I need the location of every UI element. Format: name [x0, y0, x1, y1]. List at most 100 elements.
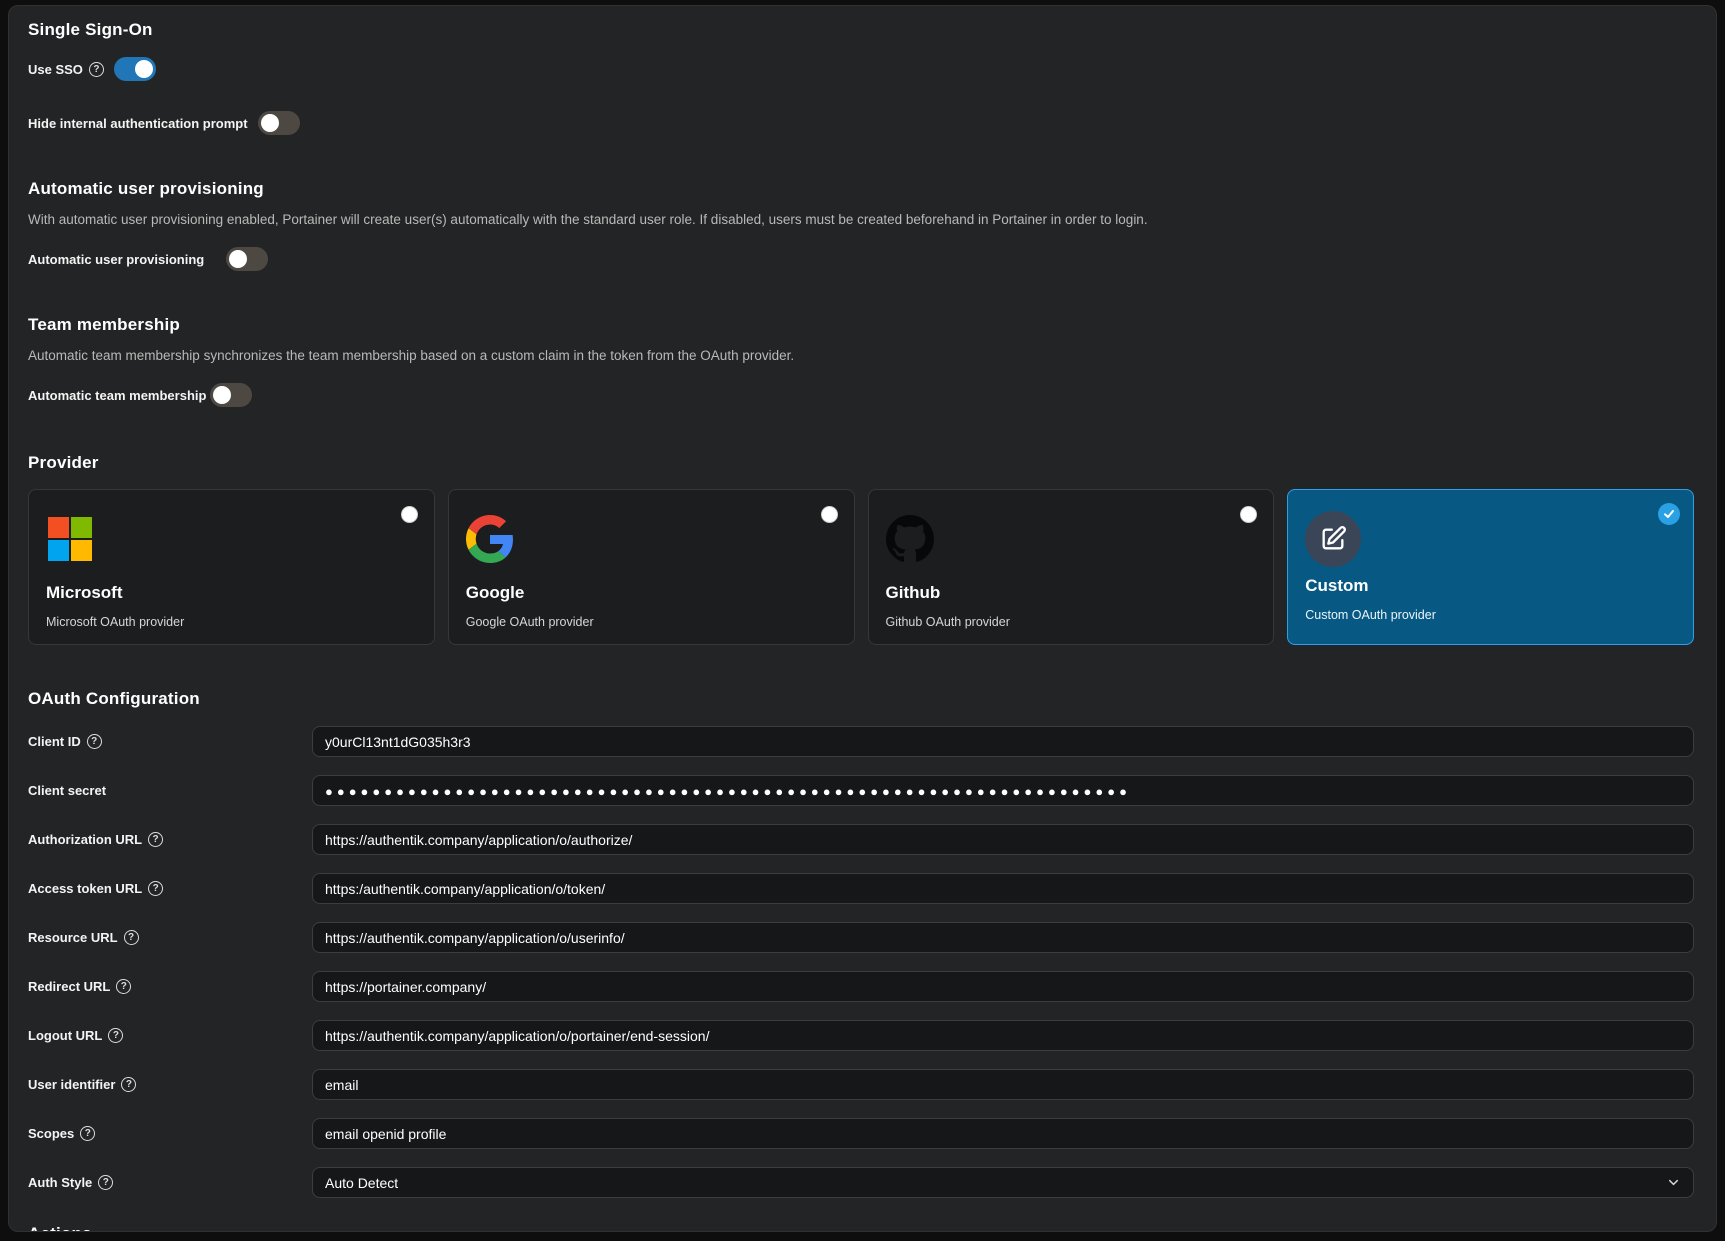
auto-provisioning-description: With automatic user provisioning enabled… [28, 212, 1694, 227]
help-icon[interactable] [87, 734, 102, 749]
provider-cards: Microsoft Microsoft OAuth provider Googl… [28, 489, 1694, 645]
client-id-label-text: Client ID [28, 734, 81, 749]
use-sso-label: Use SSO [28, 62, 104, 77]
field-row-logout-url: Logout URL [28, 1020, 1694, 1051]
provider-card-google[interactable]: Google Google OAuth provider [448, 489, 855, 645]
auth-style-select[interactable]: Auto Detect [312, 1167, 1694, 1198]
radio-unselected-icon[interactable] [1240, 506, 1257, 523]
check-circle-icon [1658, 503, 1680, 525]
help-icon[interactable] [124, 930, 139, 945]
field-row-redirect-url: Redirect URL [28, 971, 1694, 1002]
provider-card-microsoft[interactable]: Microsoft Microsoft OAuth provider [28, 489, 435, 645]
provider-heading: Provider [28, 453, 1694, 473]
logout-url-input[interactable] [312, 1020, 1694, 1051]
field-row-scopes: Scopes [28, 1118, 1694, 1149]
access-token-url-input[interactable] [312, 873, 1694, 904]
client-secret-input[interactable] [312, 775, 1694, 806]
help-icon[interactable] [148, 881, 163, 896]
toggle-knob [213, 386, 231, 404]
toggle-knob [261, 114, 279, 132]
user-identifier-label-text: User identifier [28, 1077, 115, 1092]
auth-style-label-text: Auth Style [28, 1175, 92, 1190]
resource-url-input[interactable] [312, 922, 1694, 953]
resource-url-label: Resource URL [28, 930, 312, 945]
toggle-knob [229, 250, 247, 268]
provider-card-title: Github [886, 583, 1258, 603]
auto-provisioning-heading: Automatic user provisioning [28, 179, 1694, 199]
oauth-fields: Client ID Client secret Authorization UR… [28, 726, 1694, 1198]
hide-prompt-row: Hide internal authentication prompt [28, 111, 1694, 135]
help-icon[interactable] [108, 1028, 123, 1043]
field-row-auth-style: Auth Style Auto Detect [28, 1167, 1694, 1198]
scopes-label: Scopes [28, 1126, 312, 1141]
provider-card-title: Custom [1305, 576, 1677, 596]
help-icon[interactable] [121, 1077, 136, 1092]
hide-prompt-label: Hide internal authentication prompt [28, 116, 248, 131]
radio-unselected-icon[interactable] [401, 506, 418, 523]
field-row-client-secret: Client secret [28, 775, 1694, 806]
help-icon[interactable] [148, 832, 163, 847]
provider-card-subtitle: Google OAuth provider [466, 615, 838, 629]
github-logo-icon [886, 515, 934, 563]
help-icon[interactable] [89, 62, 104, 77]
provider-card-subtitle: Custom OAuth provider [1305, 608, 1677, 622]
use-sso-toggle[interactable] [114, 57, 156, 81]
user-identifier-label: User identifier [28, 1077, 312, 1092]
help-icon[interactable] [98, 1175, 113, 1190]
team-membership-row: Automatic team membership [28, 383, 1694, 407]
google-logo-icon [466, 515, 514, 563]
edit-icon [1319, 525, 1347, 553]
oauth-settings-panel: Single Sign-On Use SSO Hide internal aut… [8, 5, 1717, 1232]
toggle-knob [135, 60, 153, 78]
resource-url-label-text: Resource URL [28, 930, 118, 945]
authorization-url-input[interactable] [312, 824, 1694, 855]
auto-provisioning-toggle[interactable] [226, 247, 268, 271]
team-membership-toggle[interactable] [210, 383, 252, 407]
hide-prompt-toggle[interactable] [258, 111, 300, 135]
field-row-resource-url: Resource URL [28, 922, 1694, 953]
client-id-input[interactable] [312, 726, 1694, 757]
custom-logo-badge [1305, 511, 1361, 567]
provider-card-title: Microsoft [46, 583, 418, 603]
redirect-url-label-text: Redirect URL [28, 979, 110, 994]
actions-heading: Actions [28, 1224, 1694, 1232]
provider-card-github[interactable]: Github Github OAuth provider [868, 489, 1275, 645]
authorization-url-label: Authorization URL [28, 832, 312, 847]
user-identifier-input[interactable] [312, 1069, 1694, 1100]
help-icon[interactable] [80, 1126, 95, 1141]
redirect-url-input[interactable] [312, 971, 1694, 1002]
field-row-client-id: Client ID [28, 726, 1694, 757]
authorization-url-label-text: Authorization URL [28, 832, 142, 847]
team-membership-description: Automatic team membership synchronizes t… [28, 348, 1694, 363]
auth-style-selected-value: Auto Detect [325, 1175, 398, 1191]
field-row-access-token-url: Access token URL [28, 873, 1694, 904]
field-row-user-identifier: User identifier [28, 1069, 1694, 1100]
provider-card-custom[interactable]: Custom Custom OAuth provider [1287, 489, 1694, 645]
client-secret-label: Client secret [28, 783, 312, 798]
logout-url-label: Logout URL [28, 1028, 312, 1043]
scopes-input[interactable] [312, 1118, 1694, 1149]
use-sso-label-text: Use SSO [28, 62, 83, 77]
auto-provisioning-row: Automatic user provisioning [28, 247, 1694, 271]
radio-unselected-icon[interactable] [821, 506, 838, 523]
client-id-label: Client ID [28, 734, 312, 749]
help-icon[interactable] [116, 979, 131, 994]
sso-heading: Single Sign-On [28, 20, 1694, 40]
access-token-url-label-text: Access token URL [28, 881, 142, 896]
provider-card-title: Google [466, 583, 838, 603]
chevron-down-icon [1666, 1175, 1681, 1190]
team-membership-heading: Team membership [28, 315, 1694, 335]
access-token-url-label: Access token URL [28, 881, 312, 896]
field-row-authorization-url: Authorization URL [28, 824, 1694, 855]
logout-url-label-text: Logout URL [28, 1028, 102, 1043]
use-sso-row: Use SSO [28, 57, 1694, 81]
auto-provisioning-label: Automatic user provisioning [28, 252, 216, 267]
provider-card-subtitle: Github OAuth provider [886, 615, 1258, 629]
provider-card-subtitle: Microsoft OAuth provider [46, 615, 418, 629]
microsoft-logo-icon [46, 515, 94, 563]
auth-style-label: Auth Style [28, 1175, 312, 1190]
scopes-label-text: Scopes [28, 1126, 74, 1141]
team-membership-label: Automatic team membership [28, 388, 200, 403]
redirect-url-label: Redirect URL [28, 979, 312, 994]
oauth-configuration-heading: OAuth Configuration [28, 689, 1694, 709]
